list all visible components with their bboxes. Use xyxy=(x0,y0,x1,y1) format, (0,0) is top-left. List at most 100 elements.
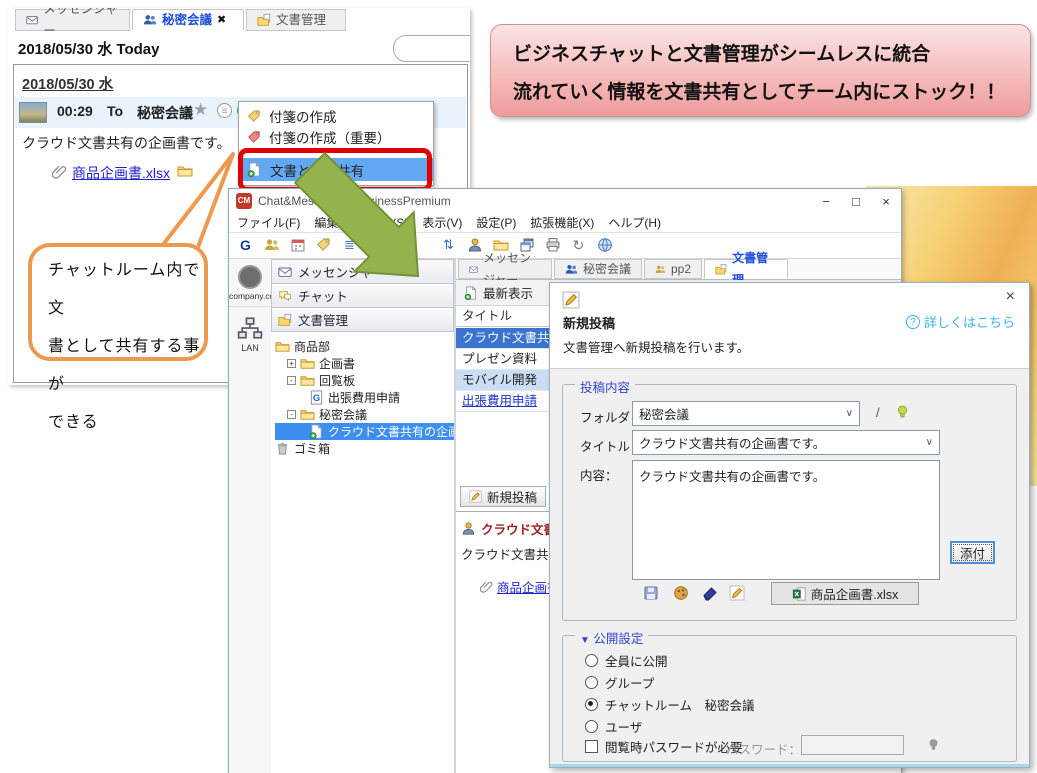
rail-company-label: company.com xyxy=(229,291,271,301)
radio-public[interactable]: 全員に公開 xyxy=(585,651,668,670)
lightbulb-icon[interactable] xyxy=(895,404,910,419)
menu-item-fusen-important[interactable]: 付箋の作成（重要） xyxy=(239,126,433,147)
paperclip-icon xyxy=(52,164,67,179)
rail-company-button[interactable]: company.com xyxy=(229,259,271,307)
attach-button[interactable]: 添付 xyxy=(950,541,995,564)
tab-label: pp2 xyxy=(671,258,691,280)
callout-line: 書として共有する事が xyxy=(48,328,204,404)
edit-icon xyxy=(562,291,580,309)
toolbar-list-icon[interactable]: ≣ xyxy=(341,237,358,254)
radio-icon xyxy=(585,654,598,667)
toolbar-refresh-icon[interactable]: ↻ xyxy=(570,237,587,254)
tree-item-shohinbu[interactable]: 商品部 xyxy=(275,338,454,355)
panel-tab-documents[interactable]: 文書管理 xyxy=(704,259,788,279)
attached-file-chip[interactable]: 商品企画書.xlsx xyxy=(771,582,919,605)
menu-help[interactable]: ヘルプ(H) xyxy=(608,214,661,231)
toolbar-capture-icon[interactable] xyxy=(367,238,382,253)
expander-icon[interactable]: - xyxy=(287,376,296,385)
eraser-icon[interactable] xyxy=(702,585,718,601)
sidebar-section-chat[interactable]: チャット xyxy=(271,283,454,308)
toolbar-members-icon[interactable] xyxy=(263,237,280,254)
minimize-button[interactable]: − xyxy=(811,194,841,209)
sidebar-section-label: メッセンジャー xyxy=(298,262,385,281)
menu-settings[interactable]: 設定(P) xyxy=(476,214,516,231)
new-post-label: 新規投稿 xyxy=(487,487,537,506)
toolbar-ribbon-icon[interactable] xyxy=(391,237,408,254)
toolbar-g-icon[interactable]: G xyxy=(237,237,254,254)
content-label: 内容： xyxy=(580,465,618,484)
pencil-icon[interactable] xyxy=(729,585,745,601)
password-input[interactable] xyxy=(801,735,904,755)
sidebar-section-documents[interactable]: 文書管理 xyxy=(271,307,454,332)
panel-tab-himitsu[interactable]: 秘密会議 xyxy=(554,259,642,279)
screenshot-root: メッセンジャー 秘密会議 ✖ 文書管理 2018/05/30 水 Today 2… xyxy=(0,0,1037,773)
menu-file[interactable]: ファイル(F) xyxy=(237,214,300,231)
post-content-group: 投稿内容 フォルダ： 秘密会議∨ / タイトル： クラウド文書共有の企画書です。… xyxy=(562,384,1017,621)
toolbar-printer-icon[interactable] xyxy=(544,237,561,254)
open-folder-icon[interactable] xyxy=(177,163,193,179)
folder-icon xyxy=(300,356,315,371)
title-value: クラウド文書共有の企画書です。 xyxy=(639,433,825,452)
menu-item-fusen[interactable]: 付箋の作成 xyxy=(239,105,433,126)
menu-circle-icon[interactable]: ≡ xyxy=(217,103,232,118)
menu-search[interactable]: 検索(S) xyxy=(368,214,408,231)
tree-item-shucchou-hiyou[interactable]: 出張費用申請 xyxy=(275,389,454,406)
tree-item-himitsu-kaigi[interactable]: - 秘密会議 xyxy=(275,406,454,423)
tree-item-cloud-doc-selected[interactable]: クラウド文書共有の企画書 xyxy=(275,423,454,440)
message-text: クラウド文書共有の企画書です。 xyxy=(22,133,231,153)
tree-item-kairanban[interactable]: - 回覧板 xyxy=(275,372,454,389)
post-content-legend: 投稿内容 xyxy=(575,377,635,396)
close-button[interactable]: × xyxy=(871,194,901,209)
rail-lan-button[interactable]: LAN xyxy=(229,307,271,353)
attachment-link[interactable]: 商品企画書.xlsx xyxy=(72,163,170,183)
content-textarea[interactable]: クラウド文書共有の企画書です。 xyxy=(632,460,940,580)
sidebar-section-messenger[interactable]: メッセンジャー xyxy=(271,259,454,284)
tab-label: 秘密会議 xyxy=(162,9,212,31)
trash-icon xyxy=(275,441,290,456)
toolbar-globe-icon[interactable] xyxy=(596,237,613,254)
maximize-button[interactable]: □ xyxy=(841,194,871,209)
tab-messenger[interactable]: メッセンジャー xyxy=(15,9,130,31)
radio-icon xyxy=(585,676,598,689)
callout-bubble: チャットルーム内で文 書として共有する事が できる xyxy=(28,243,208,361)
menu-extensions[interactable]: 拡張機能(X) xyxy=(530,214,594,231)
pencil-icon xyxy=(469,490,482,503)
tab-himitsu-kaigi[interactable]: 秘密会議 ✖ xyxy=(132,9,244,31)
menu-view[interactable]: 表示(V) xyxy=(422,214,462,231)
tab-close-icon[interactable]: ✖ xyxy=(217,9,226,31)
expander-icon[interactable]: + xyxy=(287,359,296,368)
publish-settings-legend[interactable]: ▼ 公開設定 xyxy=(575,628,648,647)
password-required-checkbox[interactable]: 閲覧時パスワードが必要 xyxy=(585,737,743,756)
avatar xyxy=(19,102,47,123)
tree-item-trash[interactable]: ゴミ箱 xyxy=(275,440,454,457)
radio-chatroom[interactable]: チャットルーム 秘密会議 xyxy=(585,695,755,714)
radio-icon xyxy=(585,720,598,733)
star-icon[interactable]: ★ xyxy=(193,100,208,120)
radio-user[interactable]: ユーザ xyxy=(585,717,642,736)
help-link[interactable]: ? 詳しくはこちら xyxy=(906,312,1015,331)
save-icon[interactable] xyxy=(643,585,659,601)
radio-group[interactable]: グループ xyxy=(585,673,654,692)
toolbar-tag-icon[interactable] xyxy=(315,237,332,254)
palette-icon[interactable] xyxy=(673,585,689,601)
tree-item-kikakusho[interactable]: + 企画書 xyxy=(275,355,454,372)
tab-bunsho-kanri[interactable]: 文書管理 xyxy=(246,9,346,31)
new-post-button[interactable]: 新規投稿 xyxy=(460,486,546,507)
toolbar-sort-icon[interactable]: ⇅ xyxy=(440,237,457,254)
menu-edit[interactable]: 編集(E) xyxy=(314,214,354,231)
refresh-button[interactable]: 最新表示 xyxy=(464,283,533,302)
folder-select[interactable]: 秘密会議∨ xyxy=(632,401,860,426)
search-input[interactable] xyxy=(393,35,470,62)
tree-label: 企画書 xyxy=(319,355,355,372)
panel-tab-messenger[interactable]: メッセンジャー xyxy=(458,259,552,279)
network-rail: company.com LAN xyxy=(229,259,272,773)
toolbar-user-status-icon[interactable] xyxy=(466,237,483,254)
date-link[interactable]: 2018/05/30 水 xyxy=(22,73,113,94)
chevron-down-icon: ∨ xyxy=(846,408,859,419)
toolbar-calendar-icon[interactable] xyxy=(289,237,306,254)
panel-tab-pp2[interactable]: pp2 xyxy=(644,259,702,279)
expander-icon[interactable]: - xyxy=(287,410,296,419)
folder-tree: 商品部 + 企画書 - 回覧板 出張費用申請 - xyxy=(271,332,454,457)
dialog-close-icon[interactable]: × xyxy=(1006,288,1015,306)
title-select[interactable]: クラウド文書共有の企画書です。∨ xyxy=(632,430,940,455)
